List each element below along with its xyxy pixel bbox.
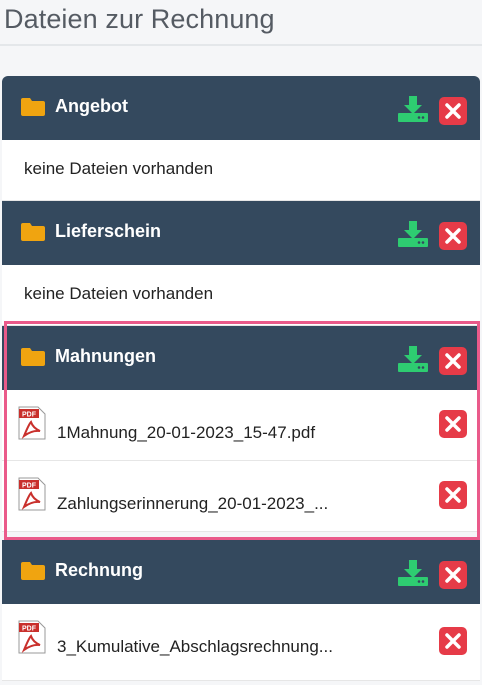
pdf-file-icon: PDF (18, 477, 46, 511)
svg-text:PDF: PDF (22, 483, 37, 490)
folder-section-rechnung: Rechnung PDF 3_Kumulative_Abschlagsrechn… (2, 540, 480, 681)
download-icon[interactable] (398, 560, 428, 586)
folder-icon (21, 98, 45, 116)
empty-state-text: keine Dateien vorhanden (24, 159, 214, 178)
close-icon (445, 228, 461, 244)
folder-title: Angebot (55, 96, 128, 116)
empty-state: keine Dateien vorhanden (2, 265, 480, 326)
folder-header: Rechnung (2, 540, 480, 604)
folder-icon (21, 562, 45, 580)
folder-icon (21, 223, 45, 241)
folder-title: Mahnungen (55, 346, 156, 366)
folder-icon (21, 348, 45, 366)
close-icon (445, 567, 461, 583)
delete-file-button[interactable] (439, 481, 467, 509)
file-row[interactable]: PDF 1Mahnung_20-01-2023_15-47.pdf (2, 390, 480, 461)
close-icon (445, 353, 461, 369)
delete-file-button[interactable] (439, 410, 467, 438)
svg-text:PDF: PDF (22, 626, 37, 633)
file-name[interactable]: Zahlungserinnerung_20-01-2023_... (57, 494, 328, 514)
delete-folder-button[interactable] (439, 222, 467, 250)
close-icon (445, 487, 461, 503)
delete-folder-button[interactable] (439, 561, 467, 589)
download-icon[interactable] (398, 221, 428, 247)
folder-section-mahnungen: Mahnungen PDF 1Mahnung_20-01-2023_15-47.… (2, 326, 480, 532)
download-icon[interactable] (398, 346, 428, 372)
folder-section-angebot: Angebot keine Dateien vorhanden (2, 76, 480, 201)
folder-section-lieferschein: Lieferschein keine Dateien vorhanden (2, 201, 480, 326)
empty-state-text: keine Dateien vorhanden (24, 284, 214, 303)
file-row[interactable]: PDF Zahlungserinnerung_20-01-2023_... (2, 461, 480, 532)
folder-title: Rechnung (55, 560, 143, 580)
folder-header: Angebot (2, 76, 480, 140)
svg-text:PDF: PDF (22, 412, 37, 419)
delete-folder-button[interactable] (439, 97, 467, 125)
title-divider (0, 44, 482, 46)
delete-file-button[interactable] (439, 627, 467, 655)
page-title: Dateien zur Rechnung (4, 4, 275, 34)
close-icon (445, 103, 461, 119)
download-icon[interactable] (398, 96, 428, 122)
file-name[interactable]: 3_Kumulative_Abschlagsrechnung... (57, 637, 333, 657)
pdf-file-icon: PDF (18, 620, 46, 654)
close-icon (445, 633, 461, 649)
delete-folder-button[interactable] (439, 347, 467, 375)
file-row[interactable]: PDF 3_Kumulative_Abschlagsrechnung... (2, 604, 480, 681)
folder-header: Lieferschein (2, 201, 480, 265)
pdf-file-icon: PDF (18, 406, 46, 440)
close-icon (445, 416, 461, 432)
file-name[interactable]: 1Mahnung_20-01-2023_15-47.pdf (57, 423, 315, 443)
folder-header: Mahnungen (2, 326, 480, 390)
empty-state: keine Dateien vorhanden (2, 140, 480, 201)
folder-title: Lieferschein (55, 221, 162, 241)
